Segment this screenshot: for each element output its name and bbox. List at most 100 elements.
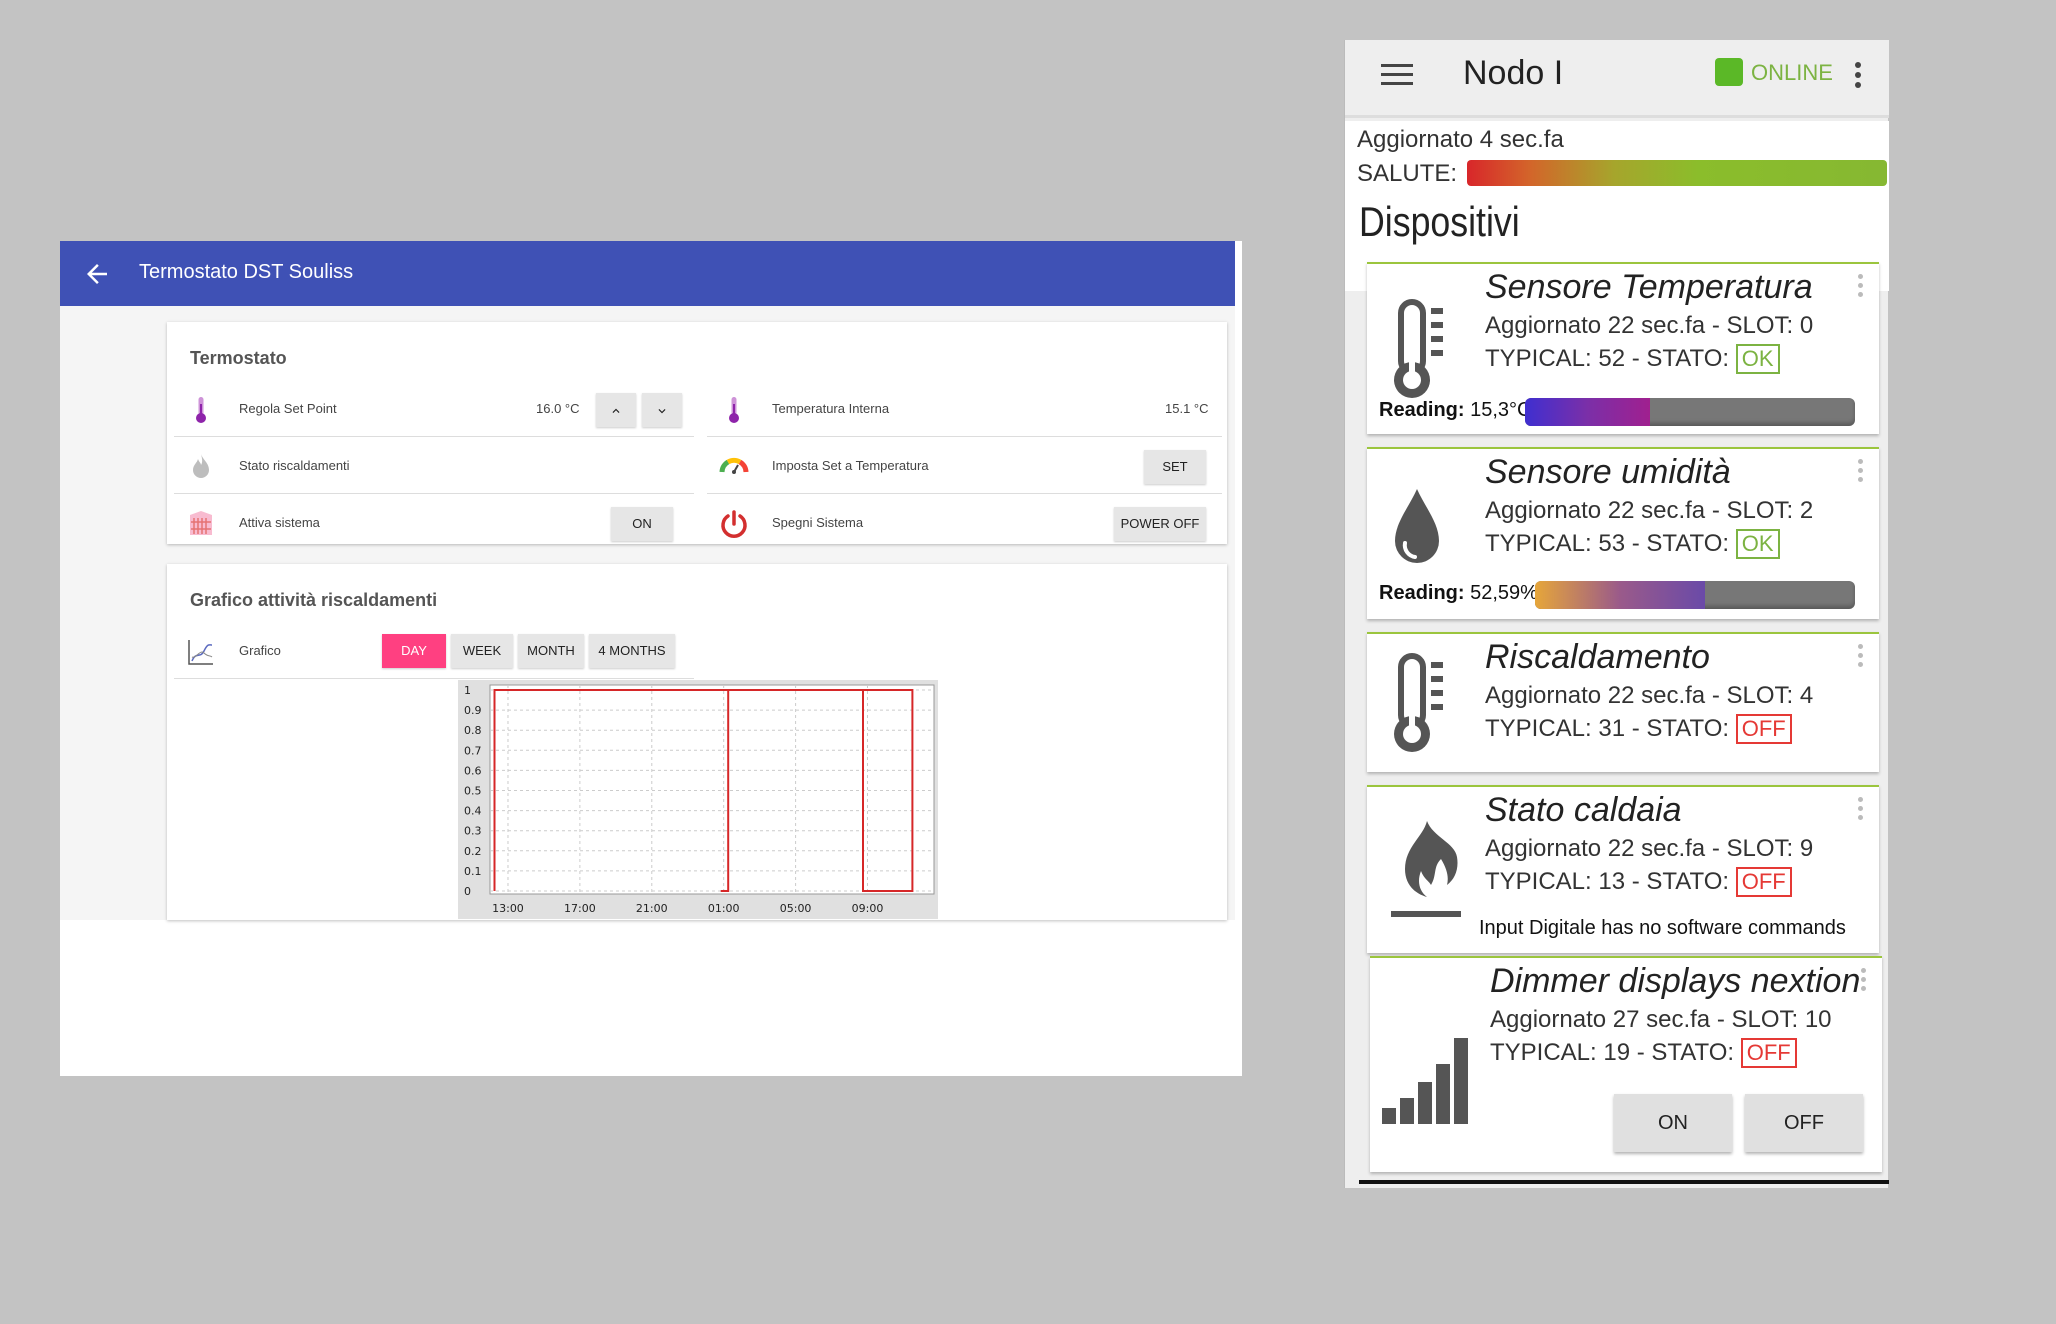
shutdown-row: Spegni Sistema POWER OFF — [707, 496, 1222, 551]
device-note: Input Digitale has no software commands — [1479, 917, 1846, 939]
setpoint-row: Regola Set Point 16.0 °C — [174, 382, 694, 437]
y-tick-label: 0 — [464, 885, 471, 898]
chevron-down-icon — [658, 408, 666, 413]
set-button[interactable]: SET — [1144, 450, 1206, 484]
heating-state-row: Stato riscaldamenti — [174, 439, 694, 494]
overflow-menu-icon[interactable] — [1855, 62, 1861, 92]
internal-temp-label: Temperatura Interna — [772, 401, 890, 416]
node-updated: Aggiornato 4 sec.fa — [1357, 126, 1564, 153]
shutdown-label: Spegni Sistema — [772, 515, 864, 530]
y-axis: 0 0.1 0.2 0.3 0.4 0.5 0.6 0.7 0.8 0.9 1 — [464, 684, 482, 898]
device-updated: Aggiornato 22 sec.fa - SLOT: 2 — [1485, 497, 1814, 524]
reading-bar — [1525, 398, 1855, 426]
decrease-button[interactable] — [642, 393, 682, 427]
dimmer-on-button[interactable]: ON — [1614, 1094, 1732, 1152]
reading-value: 52,59% — [1470, 582, 1538, 604]
internal-temp-value: 15.1 °C — [1165, 401, 1209, 416]
window-title: Termostato DST Souliss — [139, 261, 354, 283]
increase-button[interactable] — [596, 393, 636, 427]
card-title: Termostato — [190, 348, 287, 368]
online-status: ONLINE — [1751, 60, 1833, 85]
y-tick-label: 0.5 — [464, 785, 482, 798]
node-title: Nodo I — [1463, 54, 1564, 92]
range-week-button[interactable]: WEEK — [451, 634, 513, 668]
device-typical-line: TYPICAL: 31 - STATO: OFF — [1485, 714, 1792, 744]
set-temp-label: Imposta Set a Temperatura — [772, 458, 929, 473]
health-bar — [1467, 160, 1887, 186]
device-state-badge: OFF — [1735, 867, 1792, 897]
chevron-up-icon — [612, 408, 620, 413]
reading-line: Reading: 52,59% — [1379, 582, 1538, 605]
x-tick-label: 09:00 — [852, 902, 884, 915]
phone-screen: Nodo I ONLINE Aggiornato 4 sec.fa SALUTE… — [1344, 40, 1889, 1188]
menu-icon[interactable] — [1381, 64, 1413, 88]
device-menu-icon[interactable] — [1858, 797, 1863, 824]
range-day-button[interactable]: DAY — [382, 634, 446, 668]
thermostat-window: Termostato DST Souliss Termostato Regola… — [60, 241, 1242, 1076]
device-card-heating[interactable]: Riscaldamento Aggiornato 22 sec.fa - SLO… — [1367, 632, 1879, 772]
y-tick-label: 0.6 — [464, 764, 482, 777]
set-temp-row: Imposta Set a Temperatura SET — [707, 439, 1222, 494]
power-off-button[interactable]: POWER OFF — [1114, 507, 1206, 541]
reading-value: 15,3°C — [1470, 399, 1532, 421]
internal-temp-row: Temperatura Interna 15.1 °C — [707, 382, 1222, 437]
heating-activity-chart: 0 0.1 0.2 0.3 0.4 0.5 0.6 0.7 0.8 0.9 1 13:00 17:00… — [458, 680, 938, 919]
setpoint-value: 16.0 °C — [536, 401, 580, 416]
device-typical: TYPICAL: 53 - STATO: — [1485, 530, 1730, 557]
device-card-dimmer[interactable]: Dimmer displays nextion Aggiornato 27 se… — [1370, 956, 1882, 1172]
online-status-icon — [1715, 58, 1743, 86]
device-typical-line: TYPICAL: 19 - STATO: OFF — [1490, 1038, 1797, 1068]
device-typical: TYPICAL: 19 - STATO: — [1490, 1039, 1735, 1066]
device-name: Sensore Temperatura — [1485, 268, 1813, 306]
y-tick-label: 0.2 — [464, 845, 482, 858]
signal-bars-icon — [1382, 1038, 1468, 1124]
device-state-badge: OFF — [1735, 714, 1792, 744]
reading-bar — [1535, 581, 1855, 609]
thermometer-icon — [196, 397, 206, 423]
device-updated: Aggiornato 27 sec.fa - SLOT: 10 — [1490, 1006, 1832, 1033]
thermometer-icon — [1394, 299, 1443, 398]
device-card-humidity[interactable]: Sensore umidità Aggiornato 22 sec.fa - S… — [1367, 447, 1879, 619]
y-tick-label: 0.7 — [464, 744, 482, 757]
device-typical: TYPICAL: 31 - STATO: — [1485, 715, 1730, 742]
x-tick-label: 01:00 — [708, 902, 740, 915]
device-menu-icon[interactable] — [1858, 459, 1863, 486]
thermometer-icon — [1394, 653, 1443, 752]
bottom-divider — [1359, 1180, 1889, 1184]
y-tick-label: 0.1 — [464, 865, 482, 878]
section-title: Dispositivi — [1359, 198, 1520, 245]
device-state-badge: OFF — [1740, 1038, 1797, 1068]
device-typical-line: TYPICAL: 53 - STATO: OK — [1485, 529, 1780, 559]
dimmer-off-button[interactable]: OFF — [1745, 1094, 1863, 1152]
x-tick-label: 05:00 — [780, 902, 812, 915]
device-menu-icon[interactable] — [1861, 968, 1866, 995]
device-menu-icon[interactable] — [1858, 644, 1863, 671]
back-arrow-icon[interactable] — [82, 259, 112, 289]
heating-state-label: Stato riscaldamenti — [239, 458, 350, 473]
reading-label: Reading: — [1379, 582, 1465, 604]
health-label: SALUTE: — [1357, 160, 1458, 187]
device-typical-line: TYPICAL: 13 - STATO: OFF — [1485, 867, 1792, 897]
thermostat-card: Termostato Regola Set Point 16.0 °C Temp… — [167, 322, 1227, 544]
y-tick-label: 0.3 — [464, 825, 482, 838]
x-tick-label: 21:00 — [636, 902, 668, 915]
device-typical: TYPICAL: 52 - STATO: — [1485, 345, 1730, 372]
y-tick-label: 1 — [464, 684, 471, 697]
device-menu-icon[interactable] — [1858, 274, 1863, 301]
range-month-button[interactable]: MONTH — [518, 634, 584, 668]
y-tick-label: 0.4 — [464, 805, 482, 818]
card-title: Grafico attività riscaldamenti — [190, 590, 438, 610]
chart-label: Grafico — [239, 643, 281, 658]
app-bar: Termostato DST Souliss — [60, 241, 1235, 306]
on-button[interactable]: ON — [611, 507, 673, 541]
chart-range-row: Grafico DAY WEEK MONTH 4 MONTHS — [174, 624, 694, 679]
activate-row: Attiva sistema ON — [174, 496, 694, 551]
flame-icon — [193, 454, 209, 478]
device-card-boiler[interactable]: Stato caldaia Aggiornato 22 sec.fa - SLO… — [1367, 785, 1879, 953]
reading-bar-fill — [1535, 581, 1705, 609]
chart-icon — [188, 640, 213, 665]
device-card-temperature[interactable]: Sensore Temperatura Aggiornato 22 sec.fa… — [1367, 262, 1879, 434]
range-4months-button[interactable]: 4 MONTHS — [589, 634, 675, 668]
x-tick-label: 17:00 — [564, 902, 596, 915]
y-tick-label: 0.9 — [464, 704, 482, 717]
